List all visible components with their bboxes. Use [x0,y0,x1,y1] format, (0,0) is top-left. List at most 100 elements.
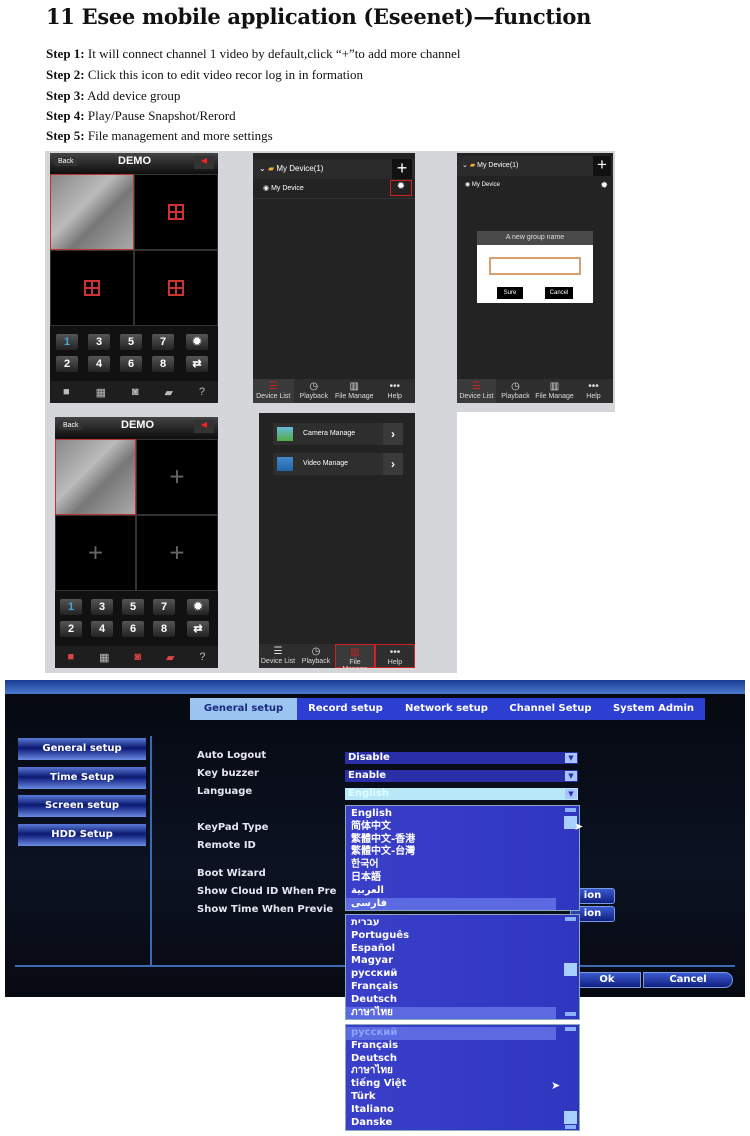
language-option[interactable]: Danske [346,1117,556,1130]
add-channel-icon[interactable]: + [88,538,103,569]
channel-key[interactable]: 2 [56,356,78,372]
video-channel-1[interactable] [55,439,136,515]
nav-help[interactable]: ••• Help [375,379,416,403]
scrollbar[interactable] [565,808,576,812]
back-button[interactable]: Back [54,157,78,166]
language-option[interactable]: English [346,808,556,821]
channel-key[interactable]: 6 [122,621,144,637]
language-option[interactable]: Deutsch [346,994,556,1007]
sure-button[interactable]: Sure [497,287,523,299]
language-option[interactable]: עברית [346,917,556,930]
help-icon[interactable]: ? [199,386,205,398]
language-option[interactable]: Español [346,943,556,956]
side-general-setup[interactable]: General setup [18,738,146,760]
video-manage-item[interactable]: Video Manage › [273,453,403,475]
channel-key[interactable]: 6 [120,356,142,372]
scrollbar-thumb[interactable] [564,963,577,976]
add-channel-icon[interactable] [84,280,100,296]
switch-icon[interactable]: ⇄ [187,621,209,637]
settings-gear-icon[interactable]: ✹ [186,334,208,350]
device-group-header[interactable]: ⌄ ▰ My Device(1) [457,156,613,176]
add-channel-icon[interactable] [168,280,184,296]
channel-key[interactable]: 4 [88,356,110,372]
side-hdd-setup[interactable]: HDD Setup [18,824,146,846]
scrollbar[interactable] [565,917,576,921]
channel-key[interactable]: 1 [60,599,82,615]
language-option[interactable]: فارسی [346,897,556,911]
scrollbar[interactable] [565,1027,576,1031]
cancel-button[interactable]: Cancel [545,287,573,299]
language-option[interactable]: Français [346,1040,556,1053]
cancel-button[interactable]: Cancel [643,972,733,988]
add-channel-icon[interactable]: + [169,538,184,569]
nav-file-manage[interactable]: ▥File Manage [334,379,375,403]
tab-record-setup[interactable]: Record setup [297,698,394,720]
language-option[interactable]: ภาษาไทย [346,1006,556,1020]
channel-key[interactable]: 3 [88,334,110,350]
tab-system-admin[interactable]: System Admin [602,698,705,720]
playback-icon[interactable]: ▦ [99,651,109,664]
tab-network-setup[interactable]: Network setup [394,698,499,720]
device-row[interactable]: ◉ My Device ✹ [457,176,613,194]
nav-device-list[interactable]: ☰ Device List [253,379,294,403]
add-group-button[interactable]: + [392,159,412,179]
nav-playback[interactable]: ◷ Playback [496,379,535,403]
side-screen-setup[interactable]: Screen setup [18,795,146,817]
video-channel-3[interactable] [50,250,134,326]
language-option[interactable]: русский [346,968,556,981]
camera-manage-item[interactable]: Camera Manage › [273,423,403,445]
channel-key[interactable]: 4 [91,621,113,637]
language-option[interactable]: Magyar [346,955,556,968]
settings-gear-icon[interactable]: ✹ [187,599,209,615]
nav-device-list[interactable]: ☰ Device List [457,379,496,403]
record-icon[interactable]: ▰ [165,386,173,399]
language-option[interactable]: العربية [346,885,556,898]
nav-help[interactable]: ••• Help [375,644,415,668]
channel-key[interactable]: 2 [60,621,82,637]
nav-file-manage[interactable]: ▥File Manage [335,644,375,668]
language-dropdown-3[interactable]: русский Français Deutsch ภาษาไทย tiếng V… [345,1024,580,1131]
video-channel-2[interactable]: + [136,439,218,515]
speaker-icon[interactable]: ◀ [194,420,214,433]
group-name-input[interactable] [489,257,581,275]
device-group-header[interactable]: ⌄ ▰ My Device(1) [253,159,415,179]
language-option[interactable]: русский [346,1027,556,1040]
add-channel-icon[interactable]: + [169,462,184,493]
play-pause-icon[interactable]: ■ [67,651,74,663]
channel-key[interactable]: 5 [120,334,142,350]
nav-playback[interactable]: ◷ Playback [297,644,335,668]
language-option[interactable]: 日本語 [346,872,556,885]
channel-key[interactable]: 7 [152,334,174,350]
language-option[interactable]: 繁體中文-台灣 [346,846,556,859]
channel-key[interactable]: 8 [153,621,175,637]
language-select[interactable]: English ▼ [345,788,578,800]
edit-device-gear-icon[interactable]: ✹ [390,180,412,196]
video-channel-2[interactable] [134,174,218,250]
nav-file-manage[interactable]: ▥File Manage [535,379,574,403]
scrollbar[interactable] [565,1125,576,1129]
snapshot-icon[interactable]: ◙ [132,386,139,398]
channel-key[interactable]: 7 [153,599,175,615]
record-icon[interactable]: ▰ [166,651,174,664]
scrollbar-thumb[interactable] [564,1111,577,1124]
language-option[interactable]: 한국어 [346,859,556,872]
language-option[interactable]: Deutsch [346,1053,556,1066]
ok-button[interactable]: Ok [573,972,641,988]
language-dropdown-1[interactable]: English 简体中文 繁體中文-香港 繁體中文-台灣 한국어 日本語 الع… [345,805,583,911]
nav-device-list[interactable]: ☰ Device List [259,644,297,668]
add-group-button[interactable]: + [593,156,611,176]
language-option[interactable]: 繁體中文-香港 [346,834,556,847]
tab-general-setup[interactable]: General setup [190,698,297,720]
channel-key[interactable]: 5 [122,599,144,615]
language-option[interactable]: Français [346,981,556,994]
nav-help[interactable]: ••• Help [574,379,613,403]
playback-icon[interactable]: ▦ [96,386,106,399]
side-time-setup[interactable]: Time Setup [18,767,146,789]
auto-logout-select[interactable]: Disable ▼ [345,752,578,764]
help-icon[interactable]: ? [199,651,205,663]
channel-key[interactable]: 1 [56,334,78,350]
video-channel-1[interactable] [50,174,134,250]
back-button[interactable]: Back [59,421,83,430]
video-channel-4[interactable] [134,250,218,326]
switch-icon[interactable]: ⇄ [186,356,208,372]
